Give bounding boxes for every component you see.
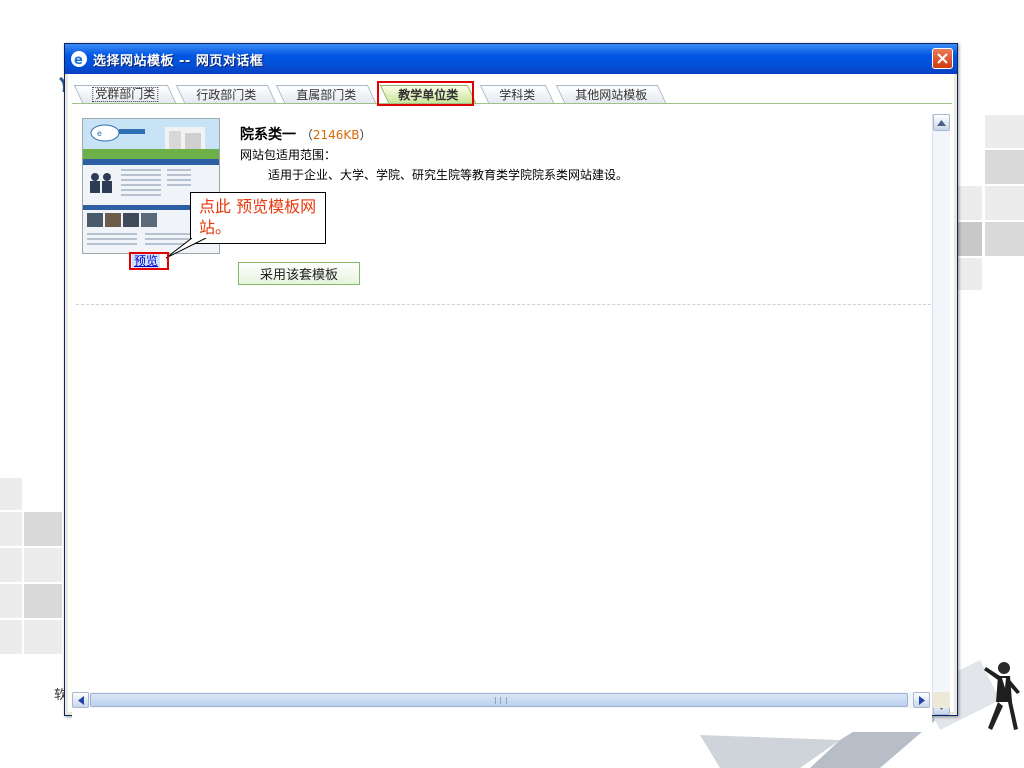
- scroll-right-button[interactable]: [913, 692, 930, 708]
- size-close-paren: ）: [359, 128, 372, 142]
- tab-label: 党群部门类: [92, 87, 159, 102]
- template-list-panel: e 点此 预览模板网站。 预览 院系类一 （2146KB） 网站包适用范围： 适…: [72, 114, 932, 732]
- scroll-left-icon: [77, 695, 84, 705]
- template-size-value: 2146KB: [312, 128, 360, 142]
- size-open-paren: （: [300, 128, 313, 142]
- tab-label: 直属部门类: [296, 88, 357, 102]
- category-tab-strip: 党群部门类 行政部门类 直属部门类 教学单位类 学科类 其他网站模板: [72, 81, 952, 106]
- template-size: （2146KB）: [301, 128, 372, 142]
- select-template-dialog: e 选择网站模板 -- 网页对话框 党群部门类 行政部门类 直属部门类 教学单位…: [64, 43, 958, 732]
- tab-label: 行政部门类: [196, 88, 257, 102]
- callout-pointer: [165, 238, 207, 259]
- tab-disciplines[interactable]: 学科类: [479, 85, 555, 103]
- close-button[interactable]: [932, 48, 953, 69]
- scope-label: 网站包适用范围：: [240, 148, 337, 162]
- use-template-button[interactable]: 采用该套模板: [238, 262, 360, 285]
- preview-hint-callout: 点此 预览模板网站。: [190, 192, 326, 244]
- horizontal-scrollbar[interactable]: [72, 692, 930, 708]
- tab-baseline: [72, 103, 952, 104]
- scrollbar-corner: [933, 692, 950, 708]
- scroll-right-icon: [918, 695, 925, 705]
- template-divider: [76, 304, 931, 305]
- dialog-client-area: 党群部门类 行政部门类 直属部门类 教学单位类 学科类 其他网站模板 e 点此 …: [68, 74, 954, 732]
- dialog-title: 选择网站模板 -- 网页对话框: [93, 53, 264, 69]
- svg-text:e: e: [74, 53, 83, 66]
- vertical-scrollbar[interactable]: [932, 114, 950, 715]
- tab-administrative-departments[interactable]: 行政部门类: [175, 85, 277, 103]
- businesswoman-figure-icon: [984, 662, 1020, 730]
- tab-label: 学科类: [499, 88, 536, 102]
- close-icon: [937, 53, 948, 64]
- tab-party-departments[interactable]: 党群部门类: [73, 85, 177, 103]
- tab-label: 其他网站模板: [575, 88, 648, 102]
- template-name-text: 院系类一: [240, 127, 296, 143]
- scroll-grip-icon: [495, 697, 507, 704]
- scroll-up-button[interactable]: [933, 114, 950, 131]
- ie-icon: e: [71, 51, 87, 67]
- tab-affiliated-departments[interactable]: 直属部门类: [275, 85, 377, 103]
- tab-other-templates[interactable]: 其他网站模板: [555, 85, 667, 103]
- horizontal-scroll-thumb[interactable]: [90, 693, 908, 707]
- template-name: 院系类一 （2146KB）: [240, 124, 372, 144]
- dialog-titlebar[interactable]: e 选择网站模板 -- 网页对话框: [65, 44, 957, 74]
- svg-text:e: e: [97, 129, 102, 138]
- scroll-up-icon: [937, 119, 946, 126]
- preview-link-highlight-box: [129, 252, 169, 270]
- scope-description: 适用于企业、大学、学院、研究生院等教育类学院院系类网站建设。: [268, 168, 629, 182]
- active-tab-highlight-box: [377, 81, 474, 106]
- scroll-left-button[interactable]: [72, 692, 89, 708]
